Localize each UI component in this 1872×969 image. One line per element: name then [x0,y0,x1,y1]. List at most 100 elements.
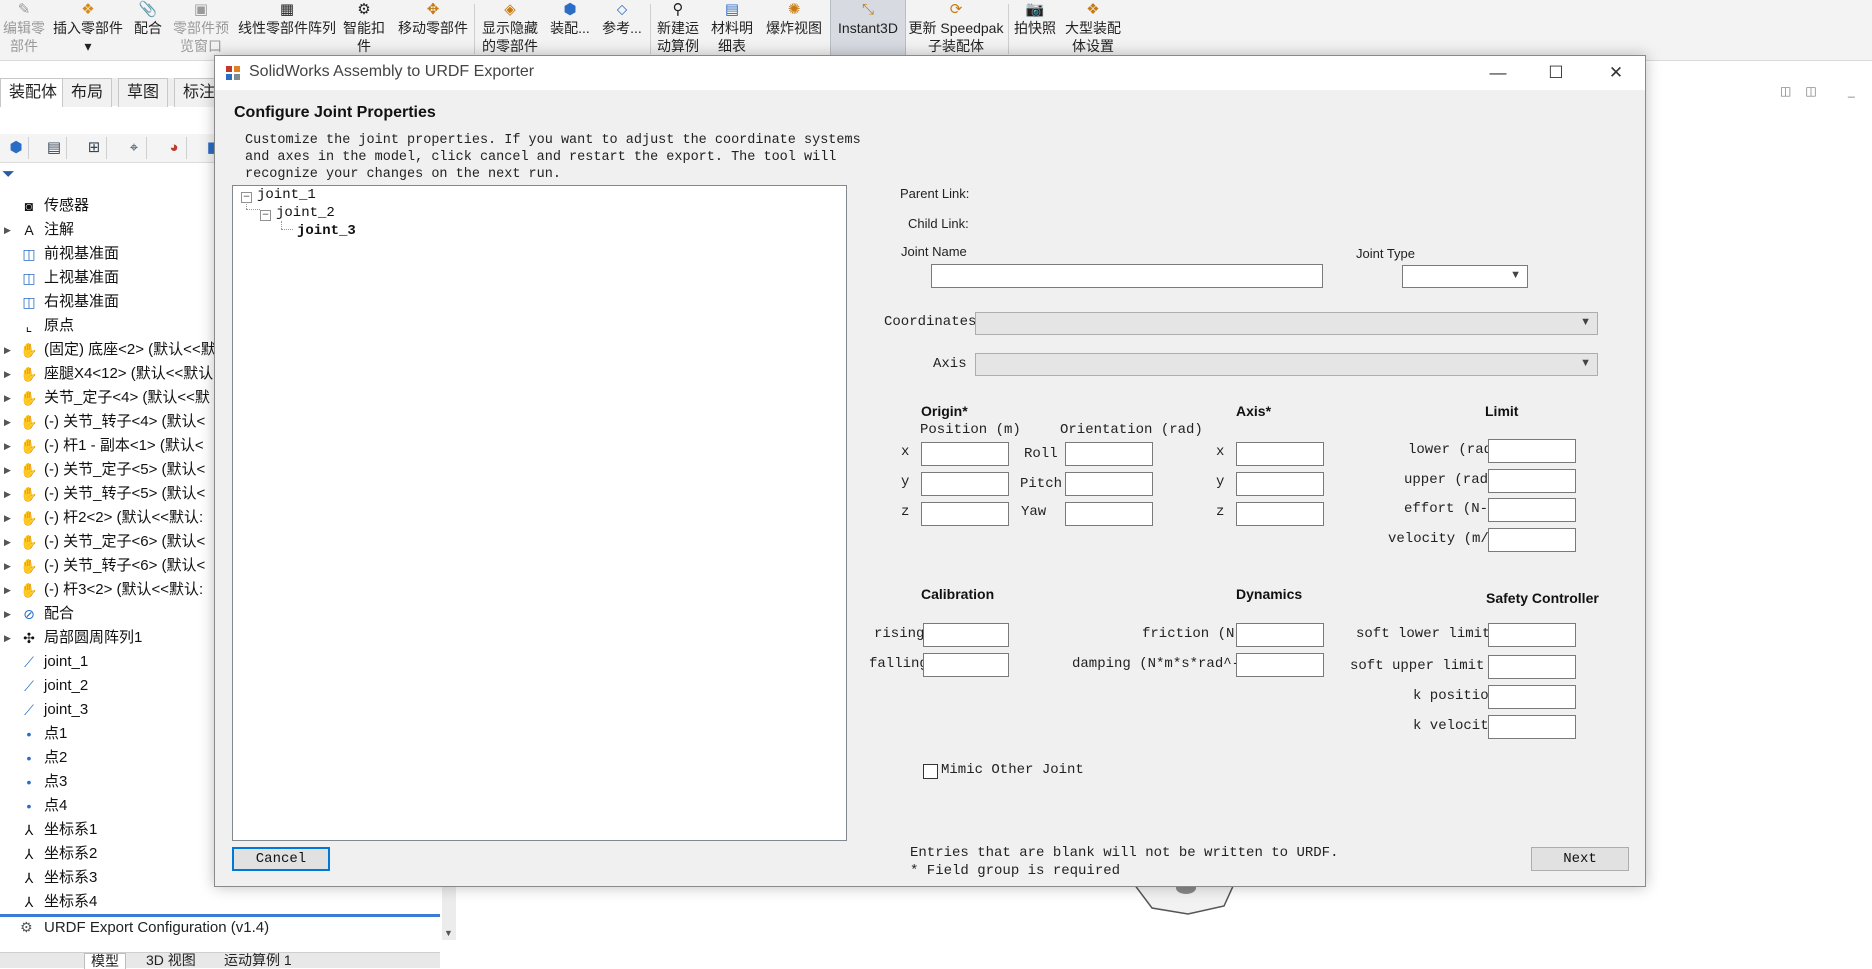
tab-motion-study[interactable]: 运动算例 1 [218,953,298,968]
axis-z-input[interactable] [1236,502,1324,526]
filter-icon[interactable]: ⏷ [2,166,15,184]
tree-scrollbar[interactable]: ▼ [442,880,456,940]
smart-fasteners-button[interactable]: ⚙ 智能扣 件 [342,0,386,58]
update-speedpak-button[interactable]: ⟳ 更新 Speedpak 子装配体 [908,0,1004,58]
joint-tree[interactable]: − joint_1 − joint_2 joint_3 [232,185,847,841]
falling-input[interactable] [923,653,1009,677]
edit-part-button[interactable]: ✎ 编辑零 部件 [0,0,48,58]
expand-arrow-icon[interactable]: ▶ [4,434,11,458]
reference-geometry-button[interactable]: ⬦ 参考... [600,0,644,58]
bom-button[interactable]: ▤ 材料明 细表 [708,0,756,58]
part-icon: ✋ [20,438,38,454]
show-hidden-components-button[interactable]: ◈ 显示隐藏 的零部件 [478,0,542,58]
maximize-button[interactable]: ☐ [1527,56,1585,90]
show-hidden-icon: ◈ [504,1,516,18]
soft-lower-limit-input[interactable] [1488,623,1576,647]
limit-group-title: Limit [1485,403,1519,419]
joint-type-select[interactable]: ▼ [1402,265,1528,288]
expand-arrow-icon[interactable]: ▶ [4,506,11,530]
limit-velocity-label: velocity (m/s) [1388,531,1488,547]
tab-layout[interactable]: 布局 [62,78,113,107]
joint-name-input[interactable] [931,264,1323,288]
tree-node-joint-1[interactable]: joint_1 [257,187,316,203]
tree-line [281,229,293,231]
app-icon [226,66,240,80]
limit-velocity-input[interactable] [1488,528,1576,552]
large-assembly-settings-button[interactable]: ❖ 大型装配 体设置 [1062,0,1124,58]
expand-arrow-icon[interactable]: ▶ [4,578,11,602]
expand-arrow-icon[interactable]: ▶ [4,362,11,386]
dimxpert-icon[interactable]: ⌖ [122,137,147,159]
new-motion-study-button[interactable]: ⚲ 新建运 动算例 [654,0,702,58]
expand-arrow-icon[interactable]: ▶ [4,602,11,626]
mate-button[interactable]: 📎 配合 [130,0,166,58]
rising-input[interactable] [923,623,1009,647]
coordinates-select[interactable]: ▼ [975,312,1598,335]
axis-y-input[interactable] [1236,472,1324,496]
origin-y-input[interactable] [921,472,1009,496]
yaw-input[interactable] [1065,502,1153,526]
collapse-icon[interactable]: − [260,210,271,221]
snapshot-button[interactable]: 📷 拍快照 [1012,0,1058,58]
damping-input[interactable] [1236,653,1324,677]
expand-arrow-icon[interactable]: ▶ [4,482,11,506]
origin-z-input[interactable] [921,502,1009,526]
reference-geometry-label: 参考... [602,20,642,36]
insert-component-button[interactable]: ❖ 插入零部件 ▾ [52,0,124,58]
expand-arrow-icon[interactable]: ▶ [4,458,11,482]
configuration-manager-icon[interactable]: ⊞ [82,137,107,159]
expand-arrow-icon[interactable]: ▶ [4,530,11,554]
minimize-button[interactable]: — [1469,56,1527,90]
limit-lower-input[interactable] [1488,439,1576,463]
panel-toggle-icons[interactable]: ◫◫ _ [1780,84,1869,98]
assembly-features-button[interactable]: ⬢ 装配... [548,0,592,58]
cancel-button[interactable]: Cancel [232,847,330,871]
tree-item-label: joint_3 [44,701,89,718]
pitch-input[interactable] [1065,472,1153,496]
plane-icon: ◫ [22,294,36,310]
show-hidden-label: 显示隐藏 的零部件 [482,20,538,54]
dialog-title-bar[interactable]: SolidWorks Assembly to URDF Exporter — ☐… [215,56,1645,90]
soft-upper-limit-input[interactable] [1488,655,1576,679]
expand-arrow-icon[interactable]: ▶ [4,338,11,362]
friction-input[interactable] [1236,623,1324,647]
mate-label: 配合 [134,20,162,36]
tree-item-label: 点3 [44,773,68,790]
tree-node-joint-3[interactable]: joint_3 [297,223,356,239]
axis-x-input[interactable] [1236,442,1324,466]
property-manager-icon[interactable]: ▤ [42,137,67,159]
expand-arrow-icon[interactable]: ▶ [4,410,11,434]
expand-arrow-icon[interactable]: ▶ [4,386,11,410]
feature-manager-icon[interactable]: ⬢ [4,137,29,159]
mimic-checkbox[interactable] [923,764,938,779]
part-icon: ✋ [20,582,38,598]
part-icon: ✋ [20,534,38,550]
linear-pattern-button[interactable]: ▦ 线性零部件阵列 [236,0,338,58]
roll-input[interactable] [1065,442,1153,466]
move-component-button[interactable]: ✥ 移动零部件 [396,0,470,58]
mimic-label[interactable]: Mimic Other Joint [941,762,1084,778]
urdf-export-config-item[interactable]: ⚙ URDF Export Configuration (v1.4) [0,914,440,941]
instant3d-button[interactable]: ⤡ Instant3D [830,0,906,58]
bottom-tabs: 模型 3D 视图 运动算例 1 [0,952,440,969]
exploded-view-button[interactable]: ✺ 爆炸视图 [762,0,826,58]
k-position-input[interactable] [1488,685,1576,709]
point-icon: • [26,726,32,742]
axis-select[interactable]: ▼ [975,353,1598,376]
pitch-label: Pitch [1020,476,1063,492]
close-button[interactable]: ✕ [1587,56,1645,90]
expand-arrow-icon[interactable]: ▶ [4,218,11,242]
limit-effort-input[interactable] [1488,498,1576,522]
k-velocity-input[interactable] [1488,715,1576,739]
origin-x-input[interactable] [921,442,1009,466]
next-button[interactable]: Next [1531,847,1629,871]
appearance-icon[interactable]: ◕ [162,137,187,159]
expand-arrow-icon[interactable]: ▶ [4,554,11,578]
component-preview-button[interactable]: ▣ 零部件预 览窗口 [170,0,232,58]
limit-upper-input[interactable] [1488,469,1576,493]
tab-assembly[interactable]: 装配体 [0,78,67,107]
tab-3d-view[interactable]: 3D 视图 [140,953,202,968]
tree-node-joint-2[interactable]: joint_2 [276,205,335,221]
tab-sketch[interactable]: 草图 [118,78,169,107]
expand-arrow-icon[interactable]: ▶ [4,626,11,650]
